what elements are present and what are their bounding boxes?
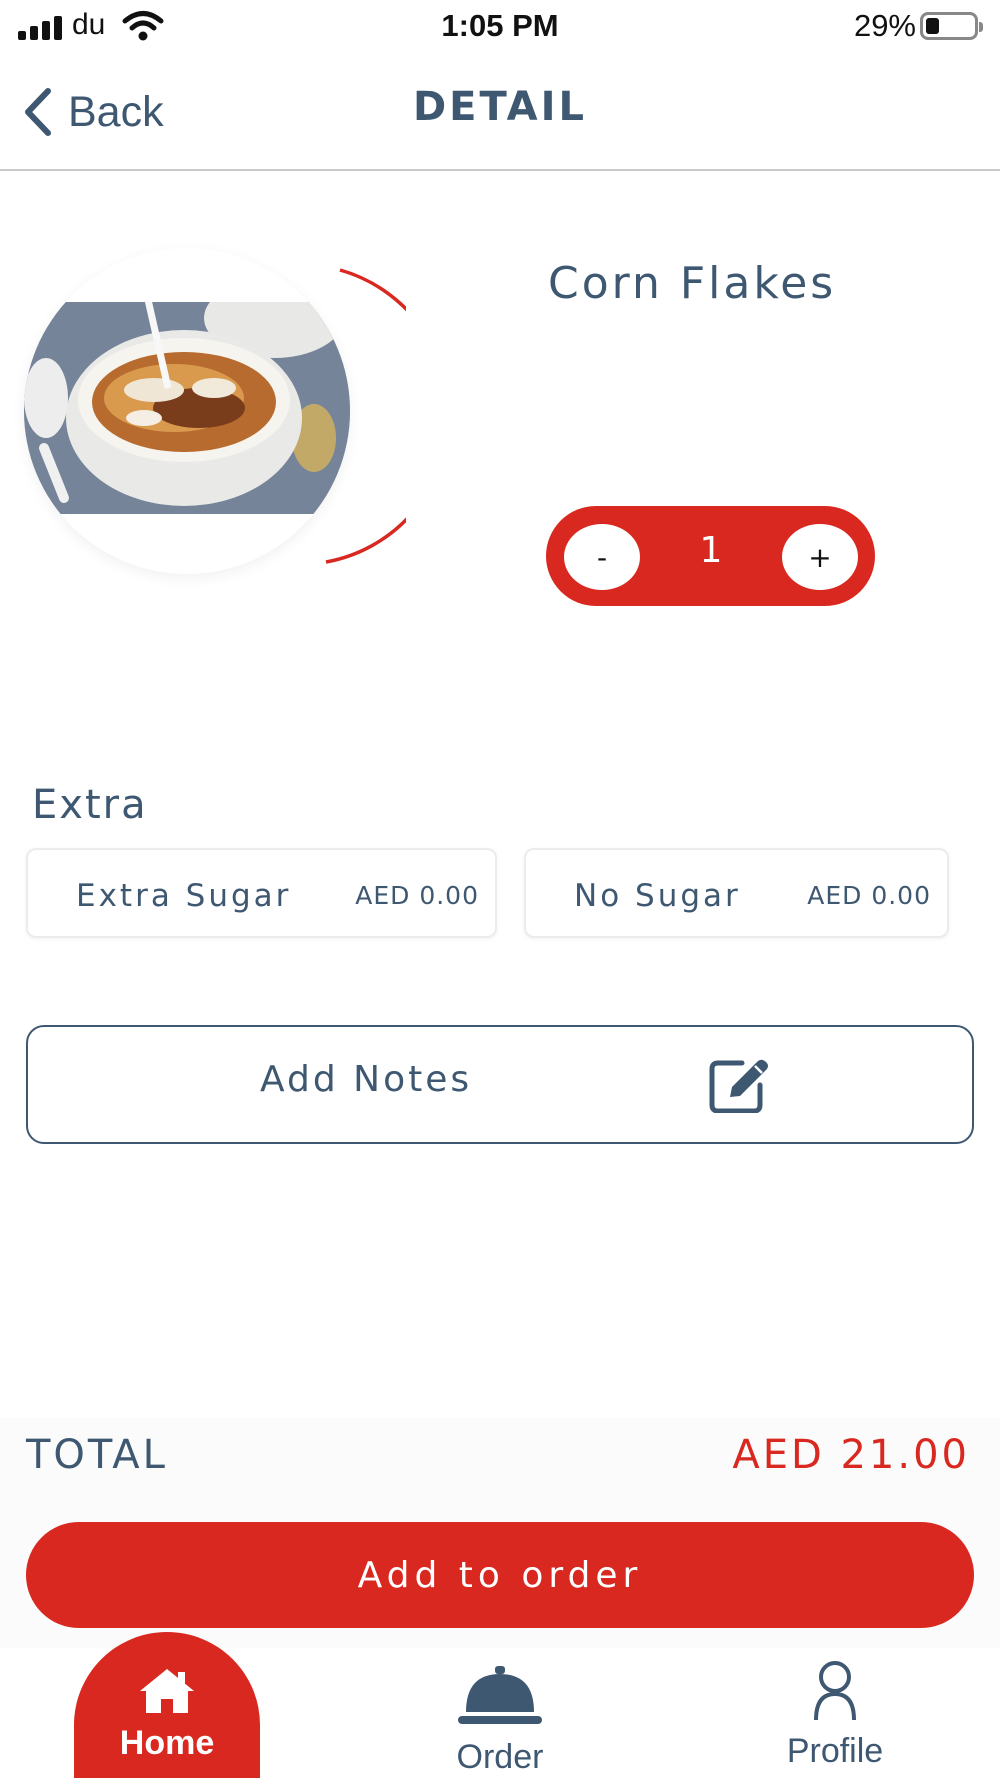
quantity-stepper: - 1 + [546, 506, 875, 606]
edit-note-icon [709, 1059, 768, 1113]
add-to-order-button[interactable]: Add to order [26, 1522, 974, 1628]
product-name: Corn Flakes [548, 258, 837, 309]
extra-option-price: AED 0.00 [355, 881, 479, 910]
navigation-header: Back DETAIL [0, 56, 1000, 171]
increase-quantity-button[interactable]: + [782, 524, 858, 590]
home-icon [140, 1669, 194, 1713]
quantity-value: 1 [699, 530, 723, 571]
battery-icon [920, 12, 983, 40]
bottom-tab-bar: Home Order Profile [0, 1632, 1000, 1778]
status-bar: du 1:05 PM 29% [0, 0, 1000, 56]
extra-option-name: Extra Sugar [76, 878, 292, 914]
extra-option-name: No Sugar [574, 878, 741, 914]
battery-percent: 29% [853, 8, 916, 43]
user-icon [814, 1661, 856, 1721]
tab-home[interactable]: Home [74, 1632, 260, 1778]
tab-profile-label: Profile [786, 1732, 884, 1770]
total-label: TOTAL [26, 1432, 168, 1478]
tab-order-label: Order [456, 1738, 544, 1776]
tab-order[interactable]: Order [420, 1660, 580, 1778]
image-accent-arc [325, 268, 406, 564]
extra-option-price: AED 0.00 [807, 881, 931, 910]
page-title: DETAIL [412, 84, 588, 130]
decrease-quantity-button[interactable]: - [564, 524, 640, 590]
add-notes-button[interactable]: Add Notes [26, 1025, 974, 1144]
tab-profile[interactable]: Profile [760, 1660, 910, 1778]
extras-heading: Extra [32, 782, 148, 828]
status-time: 1:05 PM [441, 8, 559, 43]
extra-option-no-sugar[interactable]: No Sugar AED 0.00 [524, 848, 949, 938]
add-notes-label: Add Notes [260, 1059, 473, 1100]
total-value: AED 21.00 [732, 1432, 970, 1478]
service-bell-icon [458, 1666, 542, 1724]
extra-option-extra-sugar[interactable]: Extra Sugar AED 0.00 [26, 848, 497, 938]
tab-home-label: Home [119, 1724, 215, 1762]
battery-level [926, 18, 939, 34]
